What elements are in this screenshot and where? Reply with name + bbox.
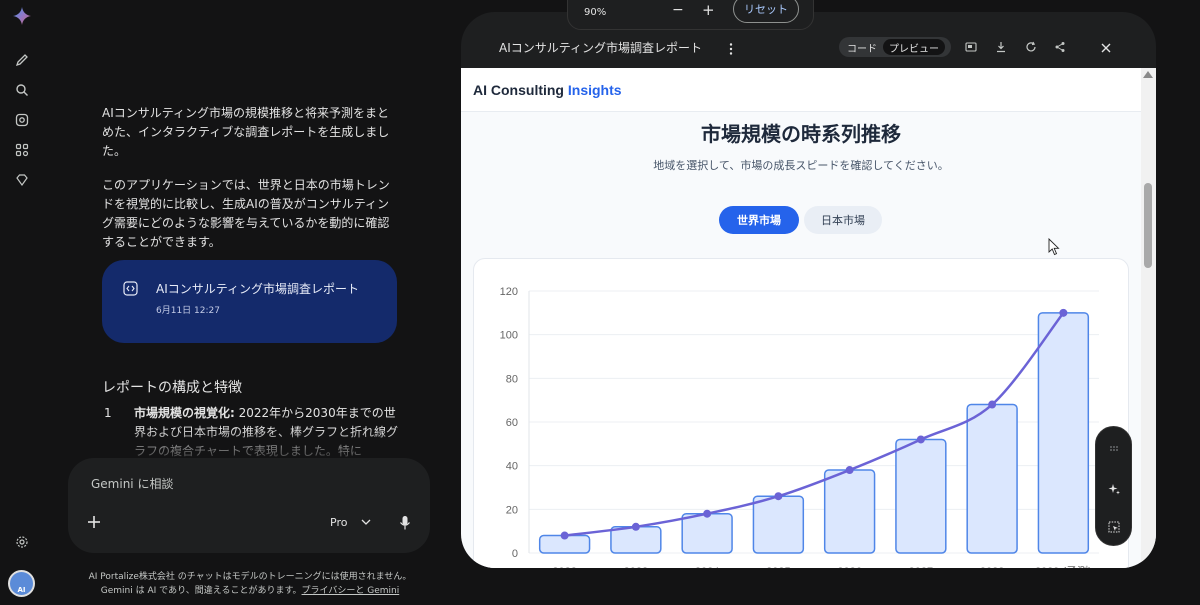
code-preview-toggle: コード プレビュー (839, 37, 951, 57)
bar (752, 495, 805, 554)
disclaimer-line-2: Gemini は AI であり、間違えることがあります。 (100, 586, 302, 596)
preview-viewport: AI Consulting Insights 市場規模の時系列推移 地域を選択し… (461, 68, 1156, 568)
search-icon[interactable] (12, 80, 32, 100)
message-paragraph-1: AIコンサルティング市場の規模推移と将来予測をまとめた、インタラクティブな調査レ… (102, 106, 390, 158)
code-icon (123, 281, 138, 296)
canvas-report-card[interactable]: AIコンサルティング市場調査レポート 6月11日 12:27 (102, 260, 397, 343)
line-point (703, 509, 712, 518)
x-tick-label: 2028 (980, 566, 1004, 568)
mic-icon[interactable] (398, 515, 412, 531)
card-title: AIコンサルティング市場調査レポート (156, 282, 360, 296)
prompt-input[interactable]: Gemini に相談 (91, 475, 173, 492)
tab-preview[interactable]: プレビュー (883, 39, 945, 55)
chevron-down-icon (361, 519, 371, 525)
canvas-panel: AIコンサルティング市場調査レポート コード プレビュー AI Consulti… (461, 12, 1156, 568)
x-tick-label: 2027 (909, 566, 933, 568)
download-icon[interactable] (995, 41, 1007, 53)
select-element-icon[interactable] (1108, 521, 1120, 533)
y-tick-label: 100 (500, 330, 518, 342)
left-rail: AI (0, 0, 44, 605)
close-icon[interactable] (1100, 42, 1112, 54)
brand-main: AI Consulting (473, 82, 568, 98)
model-selector[interactable]: Pro (330, 516, 371, 529)
line-point (845, 466, 854, 475)
add-icon[interactable] (86, 514, 102, 530)
world-market-button[interactable]: 世界市場 (719, 206, 799, 234)
bar (823, 469, 876, 554)
page-subtitle: 地域を選択して、市場の成長スピードを確認してください。 (653, 159, 949, 172)
zoom-in-button[interactable]: + (702, 1, 715, 19)
x-tick-label: 2023 (624, 566, 648, 568)
panel-title: AIコンサルティング市場調査レポート (499, 41, 703, 55)
bar (681, 512, 733, 554)
y-tick-label: 120 (500, 286, 518, 298)
x-tick-label: 2026 (837, 566, 861, 568)
scroll-up-arrow[interactable] (1143, 71, 1153, 78)
mouse-cursor-icon (1048, 238, 1060, 256)
gallery-icon[interactable] (12, 110, 32, 130)
list-number: 1 (104, 406, 112, 420)
new-chat-icon[interactable] (12, 50, 32, 70)
avatar[interactable]: AI (8, 570, 35, 597)
gemini-canvas-window: AI AIコンサルティング市場の規模推移と将来予測をまとめた、インタラクティブな… (0, 0, 1200, 605)
message-paragraph-2: このアプリケーションでは、世界と日本の市場トレンドを視覚的に比較し、生成AIの普… (102, 178, 390, 249)
privacy-link[interactable]: プライバシーと Gemini (302, 586, 400, 596)
floating-toolbar (1095, 426, 1132, 546)
app-header: AI Consulting Insights (461, 68, 1141, 112)
sparkle-icon[interactable] (1108, 483, 1120, 495)
reset-button[interactable]: リセット (733, 0, 799, 23)
x-tick-label: 2024 (695, 566, 719, 568)
line-point (916, 435, 925, 444)
zoom-toolbar: 90% − + リセット (567, 0, 814, 30)
tab-code[interactable]: コード (841, 39, 883, 55)
gemini-logo-icon[interactable] (12, 6, 32, 26)
list-item-bold: 市場規模の視覚化: (134, 406, 235, 420)
x-tick-label: 2025 (766, 566, 790, 568)
chart-card: 0 20 40 60 80 100 120 2022 2023 2024 2025 2026 2027 2… (473, 258, 1129, 568)
page-title: 市場規模の時系列推移 (701, 124, 901, 146)
card-date: 6月11日 12:27 (156, 306, 220, 316)
line-point (560, 531, 569, 540)
share-screen-icon[interactable] (965, 41, 977, 53)
line-point (774, 492, 783, 501)
line-point (1059, 308, 1068, 317)
line-point (988, 400, 997, 409)
x-tick-label: 2022 (552, 566, 576, 568)
prompt-composer[interactable]: Gemini に相談 Pro (68, 458, 430, 553)
avatar-label: AI (17, 586, 26, 594)
settings-icon[interactable] (12, 532, 32, 552)
y-tick-label: 60 (506, 417, 518, 429)
japan-market-button[interactable]: 日本市場 (804, 206, 882, 234)
share-icon[interactable] (1054, 41, 1066, 53)
disclaimer: AI Portalize株式会社 のチャットはモデルのトレーニングには使用されま… (60, 570, 440, 598)
assistant-message: AIコンサルティング市場の規模推移と将来予測をまとめた、インタラクティブな調査レ… (102, 104, 398, 267)
y-tick-label: 40 (506, 461, 518, 473)
apps-icon[interactable] (12, 140, 32, 160)
scrollbar-thumb[interactable] (1144, 183, 1152, 268)
y-tick-label: 80 (506, 373, 518, 385)
more-vert-icon[interactable] (729, 42, 733, 56)
bar (966, 403, 1018, 554)
line-point (631, 522, 640, 531)
bar (1037, 312, 1090, 554)
market-size-chart: 0 20 40 60 80 100 120 2022 2023 2024 2025 2026 2027 2… (500, 286, 1099, 568)
section-heading: レポートの構成と特徴 (102, 380, 242, 396)
x-tick-label: 2029 (予測) (1035, 564, 1092, 568)
y-tick-label: 20 (506, 504, 518, 516)
zoom-level: 90% (584, 7, 607, 18)
brand-accent: Insights (567, 82, 622, 98)
refresh-icon[interactable] (1025, 41, 1037, 53)
scrollbar-track[interactable] (1141, 68, 1156, 568)
gem-icon[interactable] (12, 170, 32, 190)
model-label: Pro (330, 516, 348, 529)
y-tick-label: 0 (512, 548, 518, 560)
disclaimer-line-1: AI Portalize株式会社 のチャットはモデルのトレーニングには使用されま… (88, 572, 412, 582)
bar (895, 438, 947, 554)
app-brand[interactable]: AI Consulting Insights (473, 82, 622, 98)
drag-handle-icon[interactable] (1108, 442, 1120, 454)
zoom-out-button[interactable]: − (672, 2, 684, 18)
